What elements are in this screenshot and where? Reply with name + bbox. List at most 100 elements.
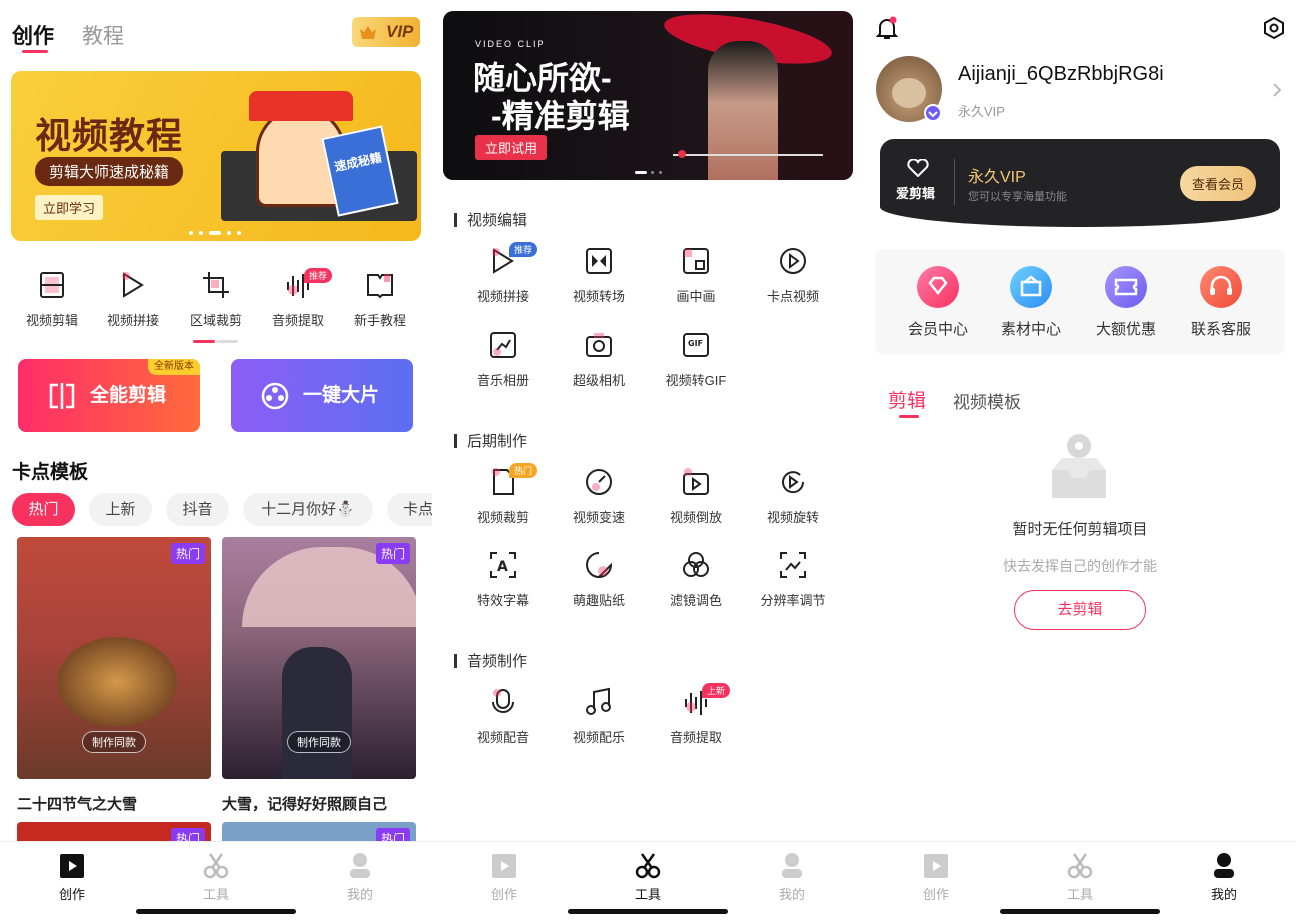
tool-label: 音乐相册 bbox=[476, 373, 529, 388]
tool-label: 滤镜调色 bbox=[669, 593, 722, 608]
ticket-icon bbox=[1105, 266, 1147, 308]
crown-icon bbox=[360, 26, 376, 39]
try-now-button[interactable]: 立即试用 bbox=[475, 135, 548, 160]
tab-tutorial[interactable]: 教程 bbox=[82, 20, 124, 50]
microphone-icon bbox=[492, 689, 514, 713]
tool-effect-subtitle[interactable]: A 特效字幕 bbox=[463, 550, 543, 609]
nav-me[interactable]: 我的 bbox=[720, 850, 864, 903]
tool-reverse[interactable]: 视频倒放 bbox=[656, 467, 736, 526]
nav-me[interactable]: 我的 bbox=[1152, 850, 1296, 903]
settings-icon[interactable] bbox=[1262, 16, 1286, 40]
menu-label: 大额优惠 bbox=[1095, 321, 1156, 338]
tool-music[interactable]: 视频配乐 bbox=[559, 687, 639, 746]
chip-december[interactable]: 十二月你好⛄ bbox=[243, 493, 373, 526]
chevron-right-icon[interactable] bbox=[1272, 82, 1282, 98]
bottom-nav: 创作 工具 我的 bbox=[864, 841, 1296, 921]
tab-indicator bbox=[899, 415, 919, 418]
menu-member-center[interactable]: 会员中心 bbox=[893, 266, 983, 339]
tool-video-to-gif[interactable]: GIF 视频转GIF bbox=[656, 330, 736, 389]
template-card[interactable]: 热门 制作同款 bbox=[17, 537, 211, 779]
headset-icon bbox=[1200, 266, 1242, 308]
menu-big-discount[interactable]: 大额优惠 bbox=[1081, 266, 1171, 339]
diamond-icon bbox=[917, 266, 959, 308]
home-indicator bbox=[568, 909, 728, 914]
tool-audio-extract[interactable]: 推荐 音频提取 bbox=[258, 268, 338, 329]
go-edit-button[interactable]: 去剪辑 bbox=[1014, 590, 1146, 630]
tool-transition[interactable]: 视频转场 bbox=[559, 246, 639, 305]
crown-illustration bbox=[249, 91, 353, 121]
tool-label: 视频配乐 bbox=[572, 730, 625, 745]
chip-douyin[interactable]: 抖音 bbox=[166, 493, 229, 526]
tab-templates[interactable]: 视频模板 bbox=[953, 388, 1021, 413]
tool-pip[interactable]: 画中画 bbox=[656, 246, 736, 305]
tutorial-banner[interactable]: 视频教程 剪辑大师速成秘籍 立即学习 速成秘籍 bbox=[11, 71, 421, 241]
user-icon bbox=[1214, 853, 1234, 878]
vip-status: 永久VIP bbox=[958, 104, 1005, 119]
tool-beat-video[interactable]: 卡点视频 bbox=[753, 246, 833, 305]
nav-create[interactable]: 创作 bbox=[864, 850, 1008, 903]
nav-label: 创作 bbox=[922, 887, 949, 902]
tab-create[interactable]: 创作 bbox=[12, 20, 54, 50]
section-title: 卡点模板 bbox=[12, 462, 89, 483]
film-icon bbox=[40, 272, 64, 298]
nav-tools[interactable]: 工具 bbox=[576, 850, 720, 903]
tool-speed[interactable]: 视频变速 bbox=[559, 467, 639, 526]
tool-filter[interactable]: 滤镜调色 bbox=[656, 550, 736, 609]
tool-sticker[interactable]: 萌趣贴纸 bbox=[559, 550, 639, 609]
make-same-button[interactable]: 制作同款 bbox=[287, 731, 351, 753]
nav-label: 创作 bbox=[58, 887, 85, 902]
full-edit-button[interactable]: 全能剪辑 全新版本 bbox=[18, 359, 200, 432]
menu-customer-service[interactable]: 联系客服 bbox=[1176, 266, 1266, 339]
bell-icon[interactable] bbox=[876, 16, 898, 40]
menu-label: 会员中心 bbox=[907, 321, 968, 338]
tool-crop[interactable]: 区域裁剪 bbox=[176, 270, 256, 329]
vip-label: VIP bbox=[386, 22, 414, 41]
tool-label: 超级相机 bbox=[572, 373, 625, 388]
tools-screen: VIDEO CLIP 随心所欲- -精准剪辑 立即试用 视频编辑 推荐 视频拼接… bbox=[432, 0, 864, 921]
tool-dubbing[interactable]: 视频配音 bbox=[463, 687, 543, 746]
banner-cta[interactable]: 立即学习 bbox=[35, 195, 104, 220]
tool-video-join[interactable]: 视频拼接 bbox=[93, 270, 173, 329]
tool-label: 区域裁剪 bbox=[189, 313, 242, 328]
tool-video-join[interactable]: 推荐 视频拼接 bbox=[463, 242, 543, 305]
chip-beat[interactable]: 卡点 bbox=[387, 493, 432, 526]
chip-hot[interactable]: 热门 bbox=[12, 493, 75, 526]
card-title: 二十四节气之大雪 bbox=[17, 796, 138, 813]
tool-rotate[interactable]: 视频旋转 bbox=[753, 467, 833, 526]
empty-box-icon bbox=[1052, 434, 1106, 498]
view-membership-button[interactable]: 查看会员 bbox=[1180, 166, 1257, 201]
promo-banner[interactable]: VIDEO CLIP 随心所欲- -精准剪辑 立即试用 bbox=[443, 11, 853, 180]
chip-new[interactable]: 上新 bbox=[89, 493, 152, 526]
vip-card[interactable]: 爱剪辑 永久VIP 您可以专享海量功能 查看会员 bbox=[880, 139, 1280, 227]
tab-edits[interactable]: 剪辑 bbox=[888, 386, 926, 413]
one-click-movie-button[interactable]: 一键大片 bbox=[231, 359, 413, 432]
tool-music-album[interactable]: 音乐相册 bbox=[463, 330, 543, 389]
nav-me[interactable]: 我的 bbox=[288, 850, 432, 903]
tool-video-edit[interactable]: 视频剪辑 bbox=[12, 270, 92, 329]
nav-tools[interactable]: 工具 bbox=[144, 850, 288, 903]
nav-create[interactable]: 创作 bbox=[0, 850, 144, 903]
menu-material-center[interactable]: 素材中心 bbox=[986, 266, 1076, 339]
music-note-icon bbox=[586, 687, 611, 715]
vip-badge[interactable]: VIP bbox=[352, 17, 420, 47]
tool-audio-extract[interactable]: 上新 音频提取 bbox=[656, 683, 736, 746]
home-indicator bbox=[1000, 909, 1160, 914]
tool-beginner-guide[interactable]: 新手教程 bbox=[340, 270, 420, 329]
tool-super-camera[interactable]: 超级相机 bbox=[559, 330, 639, 389]
empty-subtitle: 快去发挥自己的创作才能 bbox=[1003, 558, 1157, 574]
tool-label: 萌趣贴纸 bbox=[572, 593, 625, 608]
tool-video-crop[interactable]: 热门 视频裁剪 bbox=[463, 463, 543, 526]
box-icon bbox=[1010, 266, 1052, 308]
nav-tools[interactable]: 工具 bbox=[1008, 850, 1152, 903]
nav-create[interactable]: 创作 bbox=[432, 850, 576, 903]
reverse-play-icon bbox=[683, 468, 709, 495]
make-same-button[interactable]: 制作同款 bbox=[82, 731, 146, 753]
tool-resolution[interactable]: 分辨率调节 bbox=[753, 550, 833, 609]
nav-label: 我的 bbox=[346, 887, 373, 902]
sticker-icon bbox=[586, 552, 613, 578]
svg-text:A: A bbox=[497, 559, 508, 575]
cat-face bbox=[892, 78, 926, 108]
template-card[interactable]: 热门 制作同款 bbox=[222, 537, 416, 779]
film-play-icon bbox=[492, 854, 516, 878]
subtitle-icon: A bbox=[490, 552, 516, 578]
